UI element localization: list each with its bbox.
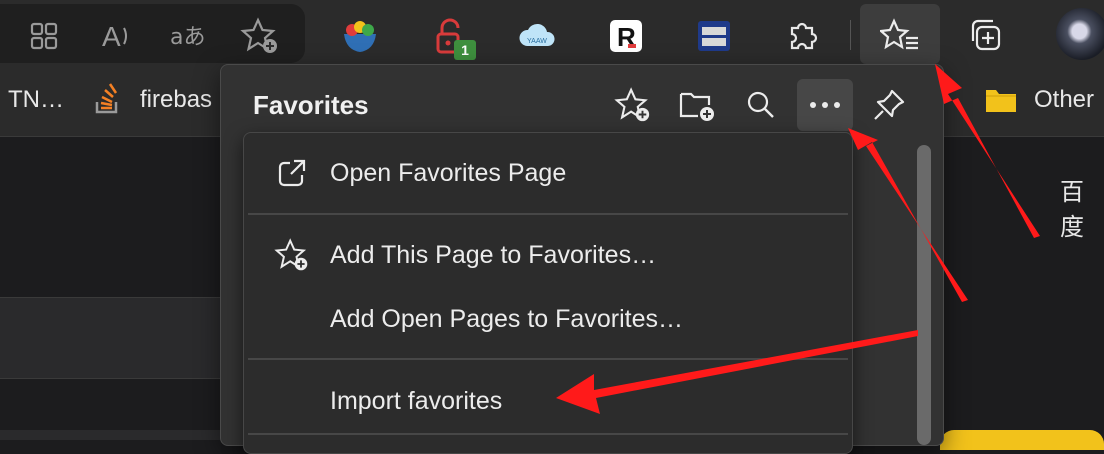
svg-text:aあ: aあ <box>170 25 205 50</box>
translate-icon[interactable]: aあ <box>166 14 210 58</box>
add-favorite-icon[interactable] <box>605 79 661 131</box>
page-yellow-element <box>940 430 1104 450</box>
svg-text:YAAW: YAAW <box>527 38 547 45</box>
collections-icon[interactable] <box>966 14 1010 58</box>
stackoverflow-icon <box>94 80 122 121</box>
browser-toolbar: A aあ 1 YAAW R <box>0 0 1104 66</box>
menu-item-label: Add Open Pages to Favorites… <box>330 304 683 333</box>
menu-item-label: Import favorites <box>330 386 503 415</box>
cloud-extension-icon[interactable]: YAAW <box>516 14 560 58</box>
menu-divider <box>248 213 848 215</box>
toolbar-separator <box>850 20 851 50</box>
food-extension-icon[interactable] <box>338 14 382 58</box>
favorites-icon[interactable] <box>878 14 922 58</box>
window-extension-icon[interactable] <box>692 14 736 58</box>
bookmark-folder-other[interactable]: Other <box>1034 86 1094 114</box>
add-favorite-icon[interactable] <box>238 14 282 58</box>
panel-title: Favorites <box>253 90 369 120</box>
more-options-menu: Open Favorites Page Add This Page to Fav… <box>243 132 853 454</box>
menu-item-import-favorites[interactable]: Import favorites <box>244 371 852 431</box>
read-aloud-icon[interactable]: A <box>96 14 140 58</box>
menu-item-label: Open Favorites Page <box>330 158 567 187</box>
profile-avatar[interactable] <box>1056 8 1104 60</box>
bookmark-item[interactable]: TN… <box>8 86 64 114</box>
open-external-icon <box>274 155 310 191</box>
search-icon[interactable] <box>733 79 789 131</box>
folder-icon <box>984 86 1018 119</box>
extension-badge: 1 <box>454 40 476 60</box>
menu-item-label: Add This Page to Favorites… <box>330 240 657 269</box>
menu-divider <box>248 358 848 360</box>
page-content-band <box>0 297 220 379</box>
scrollbar-thumb[interactable] <box>917 145 931 445</box>
apps-icon[interactable] <box>22 14 66 58</box>
extensions-puzzle-icon[interactable] <box>780 14 824 58</box>
page-link-text[interactable]: 百度 <box>1060 172 1104 242</box>
page-content-strip <box>0 430 220 440</box>
menu-item-open-favorites-page[interactable]: Open Favorites Page <box>244 143 852 203</box>
pin-icon[interactable] <box>861 79 917 131</box>
more-options-icon[interactable] <box>797 79 853 131</box>
panel-scrollbar[interactable] <box>917 145 931 445</box>
svg-text:A: A <box>102 21 121 52</box>
add-folder-icon[interactable] <box>669 79 725 131</box>
menu-item-add-open-pages[interactable]: Add Open Pages to Favorites… <box>244 289 852 349</box>
star-add-icon <box>274 237 310 273</box>
bookmark-item[interactable]: firebas <box>140 86 212 114</box>
menu-divider <box>248 433 848 435</box>
r-extension-icon[interactable]: R <box>604 14 648 58</box>
menu-item-add-this-page[interactable]: Add This Page to Favorites… <box>244 225 852 285</box>
